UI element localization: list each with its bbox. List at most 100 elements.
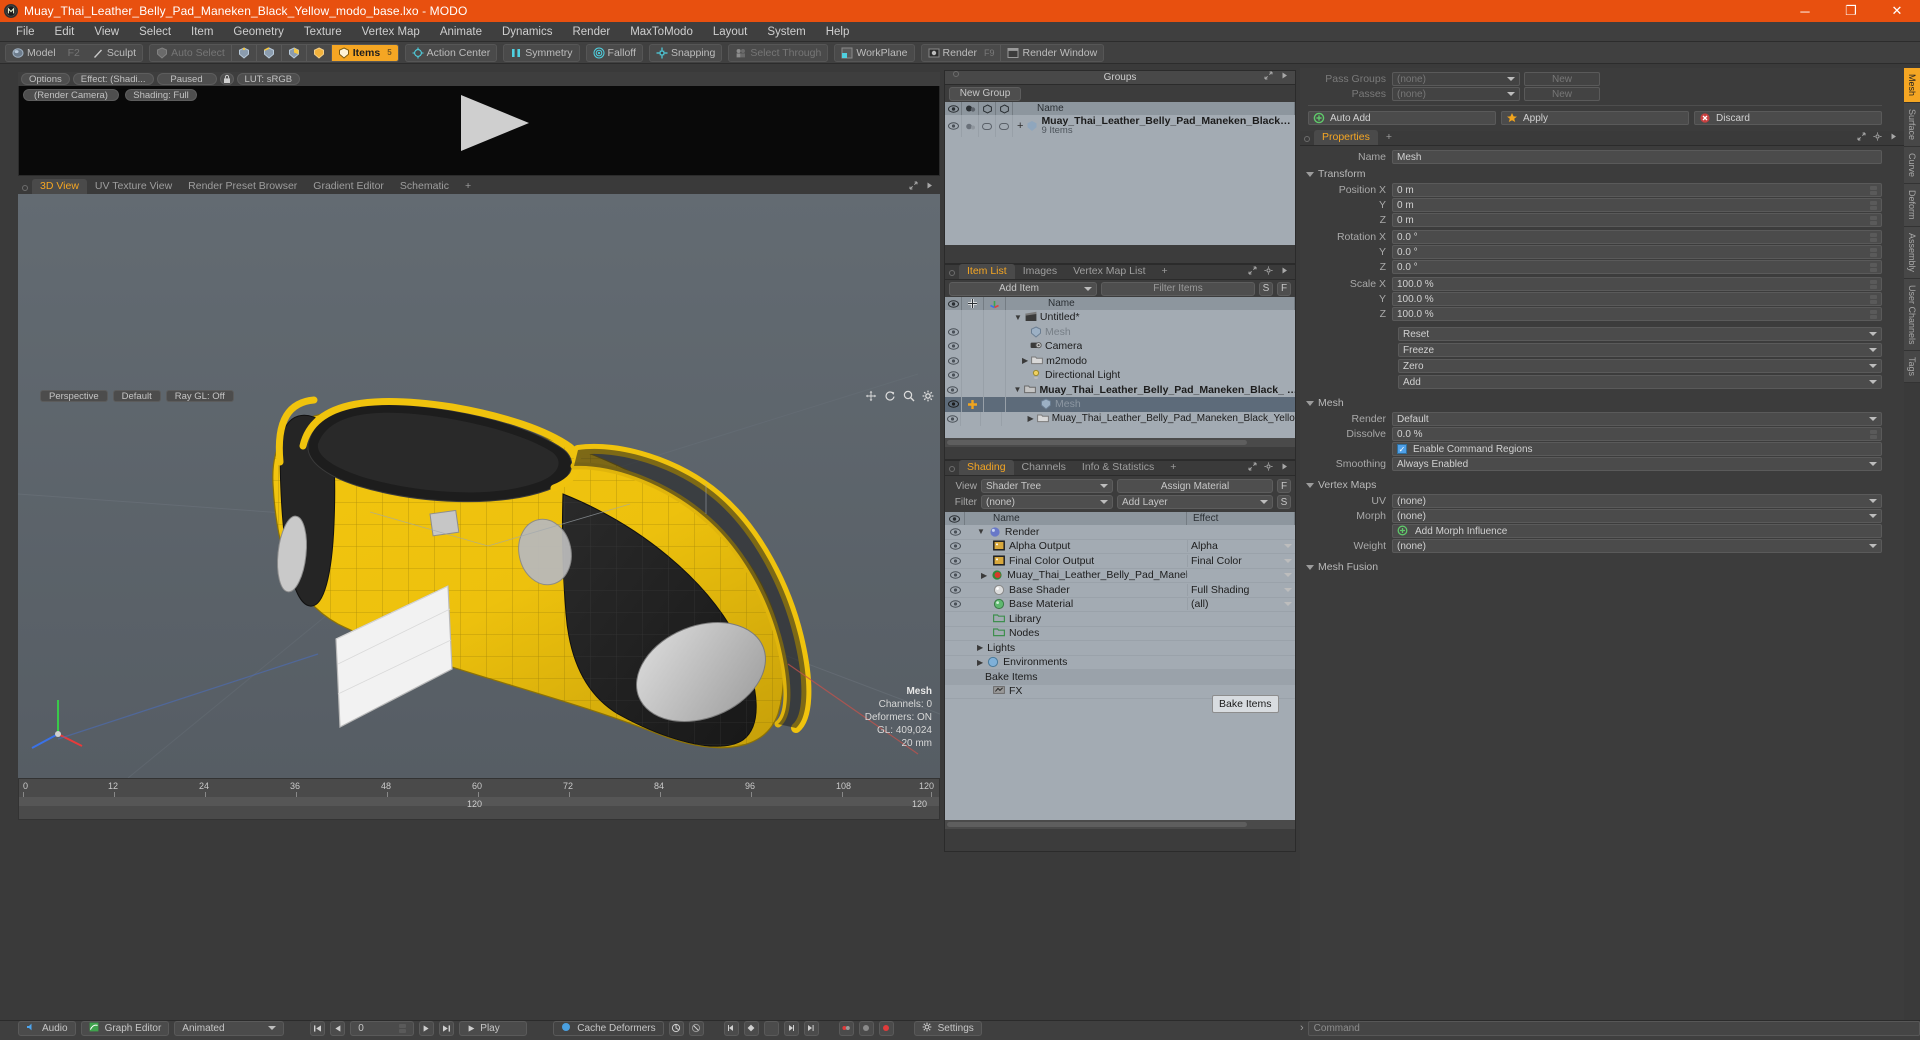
shader-row-visibility[interactable] <box>945 571 965 579</box>
mesh-section-header[interactable]: Mesh <box>1306 397 1882 409</box>
pass-groups-new-button[interactable]: New <box>1524 72 1600 86</box>
vtab-curve[interactable]: Curve <box>1904 147 1920 185</box>
tab-item-list[interactable]: Item List <box>959 264 1015 279</box>
shader-tree-row[interactable]: Alpha Output Alpha <box>945 540 1295 554</box>
tab-properties[interactable]: Properties <box>1314 130 1378 145</box>
enable-command-regions-checkbox[interactable]: ✓ Enable Command Regions <box>1392 442 1882 456</box>
autokey-toggle-button[interactable] <box>858 1020 874 1036</box>
shader-tree-row[interactable]: ▶ Lights <box>945 641 1295 656</box>
maximize-button[interactable]: ❐ <box>1828 0 1874 22</box>
viewport-default-button[interactable]: Default <box>112 390 161 402</box>
previous-frame-button[interactable] <box>330 1020 346 1036</box>
groups-row-lock[interactable] <box>979 115 996 137</box>
shader-tree-row[interactable]: Base Material (all) <box>945 598 1295 612</box>
deformer-toggle-2[interactable] <box>688 1020 704 1036</box>
timeline[interactable]: 0 12 24 36 48 60 72 84 96 108 120 120 12… <box>18 778 940 820</box>
menu-vertex-map[interactable]: Vertex Map <box>352 22 430 42</box>
assign-material-button[interactable]: Assign Material <box>1117 479 1273 493</box>
render-lock-icon[interactable] <box>219 73 234 85</box>
render-options-button[interactable]: Options <box>21 73 70 85</box>
item-list-row[interactable]: ▶ m2modo <box>945 353 1295 368</box>
viewport-expand-icon[interactable] <box>909 181 921 193</box>
tab-render-preset-browser[interactable]: Render Preset Browser <box>180 179 305 194</box>
shader-tree-row[interactable]: Nodes <box>945 627 1295 641</box>
smoothing-selector[interactable]: Always Enabled <box>1392 457 1882 471</box>
position-y-input[interactable]: 0 m <box>1392 198 1882 212</box>
falloff-button[interactable]: Falloff <box>587 45 642 61</box>
menu-geometry[interactable]: Geometry <box>223 22 294 42</box>
3d-viewport[interactable]: Perspective Default Ray GL: Off Mesh Cha… <box>18 194 940 778</box>
shader-tree-row[interactable]: Final Color Output Final Color <box>945 554 1295 569</box>
reset-transform-button[interactable]: Reset <box>1398 327 1882 341</box>
key-delete-button[interactable] <box>743 1020 759 1036</box>
item-list-row[interactable]: Camera <box>945 339 1295 354</box>
shader-row-effect[interactable] <box>1187 573 1295 578</box>
shading-scrollbar[interactable] <box>945 820 1295 829</box>
morph-selector[interactable]: (none) <box>1392 509 1882 523</box>
tab-images[interactable]: Images <box>1015 264 1065 279</box>
tab-uv-texture-view[interactable]: UV Texture View <box>87 179 180 194</box>
scale-z-input[interactable]: 100.0 % <box>1392 307 1882 321</box>
rotate-icon[interactable] <box>884 390 896 402</box>
scale-y-input[interactable]: 100.0 % <box>1392 292 1882 306</box>
item-list-row[interactable]: ▶ Muay_Thai_Leather_Belly_Pad_Maneken_Bl… <box>945 411 1295 426</box>
menu-file[interactable]: File <box>6 22 45 42</box>
position-z-input[interactable]: 0 m <box>1392 213 1882 227</box>
next-frame-button[interactable] <box>419 1020 435 1036</box>
groups-expand-plus[interactable]: + <box>1017 120 1023 132</box>
close-button[interactable]: ✕ <box>1874 0 1920 22</box>
menu-item[interactable]: Item <box>181 22 223 42</box>
action-center-button[interactable]: Action Center <box>406 45 497 61</box>
expander-down-icon[interactable]: ▼ <box>1014 385 1022 394</box>
menu-dynamics[interactable]: Dynamics <box>492 22 562 42</box>
autokey-all-button[interactable] <box>838 1020 854 1036</box>
select-through-button[interactable]: Select Through <box>729 45 827 61</box>
expander-right-icon[interactable]: ▶ <box>1028 414 1034 423</box>
rotation-z-input[interactable]: 0.0 ° <box>1392 260 1882 274</box>
transform-section-header[interactable]: Transform <box>1306 168 1882 180</box>
tab-channels[interactable]: Channels <box>1014 460 1074 475</box>
menu-layout[interactable]: Layout <box>703 22 758 42</box>
add-item-button[interactable]: Add Item <box>949 281 1097 296</box>
apply-button[interactable]: Apply <box>1501 111 1689 125</box>
position-z-spinner[interactable] <box>1870 215 1877 225</box>
expander-right-icon[interactable]: ▶ <box>977 643 983 652</box>
polygon-mode-button[interactable] <box>280 44 306 61</box>
add-layer-selector[interactable]: Add Layer <box>1117 495 1273 509</box>
item-list-row[interactable]: ▼ Muay_Thai_Leather_Belly_Pad_Maneken_Bl… <box>945 382 1295 397</box>
shader-row-visibility[interactable] <box>945 586 965 594</box>
tab-3d-view[interactable]: 3D View <box>32 179 87 194</box>
vtab-surface[interactable]: Surface <box>1904 103 1920 148</box>
filter-s-button[interactable]: S <box>1259 281 1273 296</box>
expander-down-icon[interactable]: ▼ <box>1014 313 1022 322</box>
shader-tree-row[interactable]: Base Shader Full Shading <box>945 583 1295 598</box>
shader-tree-row[interactable]: ▶ Muay_Thai_Leather_Belly_Pad_Manek … <box>945 569 1295 583</box>
shading-menu-icon[interactable] <box>1280 462 1292 474</box>
scale-y-spinner[interactable] <box>1870 294 1877 304</box>
shader-row-visibility[interactable] <box>945 528 965 536</box>
groups-col-visibility[interactable] <box>945 102 962 115</box>
expander-right-icon[interactable]: ▶ <box>981 571 987 580</box>
scale-x-spinner[interactable] <box>1870 279 1877 289</box>
audio-button[interactable]: Audio <box>18 1020 76 1036</box>
key-add-button[interactable] <box>763 1020 779 1036</box>
menu-render[interactable]: Render <box>562 22 620 42</box>
item-list-row[interactable]: ▼ Untitled* <box>945 310 1295 325</box>
scale-x-input[interactable]: 100.0 % <box>1392 277 1882 291</box>
add-morph-influence-button[interactable]: Add Morph Influence <box>1392 524 1882 538</box>
viewport-raygl-button[interactable]: Ray GL: Off <box>165 390 234 402</box>
viewport-panel-dot[interactable] <box>22 185 28 191</box>
shader-tree-row[interactable]: ▶ Environments <box>945 656 1295 670</box>
vertex-mode-button[interactable] <box>230 44 256 61</box>
discard-button[interactable]: Discard <box>1694 111 1882 125</box>
symmetry-button[interactable]: Symmetry <box>504 45 578 61</box>
expander-right-icon[interactable]: ▶ <box>1022 356 1028 365</box>
groups-col-render[interactable] <box>962 102 979 115</box>
shader-row-visibility[interactable] <box>945 600 965 608</box>
render-shading-selector[interactable]: Shading: Full <box>125 88 197 101</box>
minimize-button[interactable]: ─ <box>1782 0 1828 22</box>
item-col-lock[interactable] <box>962 297 984 310</box>
zero-transform-button[interactable]: Zero <box>1398 359 1882 373</box>
rotation-z-spinner[interactable] <box>1870 262 1877 272</box>
command-input[interactable]: Command <box>1307 1020 1920 1036</box>
